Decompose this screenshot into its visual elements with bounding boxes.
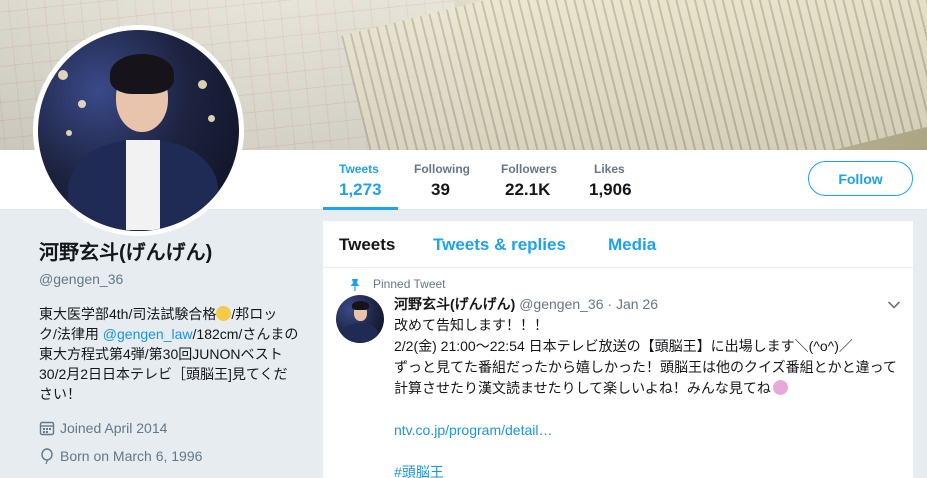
tweet-date[interactable]: · Jan 26 <box>607 296 658 312</box>
profile-bio: 東大医学部4th/司法試験合格/邦ロッ ク/法律用 @gengen_law/18… <box>39 306 299 402</box>
laughing-emoji-icon <box>216 306 232 321</box>
stat-likes[interactable]: Likes 1,906 <box>589 150 632 210</box>
tab-tweets[interactable]: Tweets <box>339 235 395 255</box>
tweet-author-handle[interactable]: @gengen_36 <box>519 296 603 312</box>
tab-media[interactable]: Media <box>608 235 656 255</box>
birth-date: Born on March 6, 1996 <box>39 446 309 466</box>
timeline: Tweets Tweets & replies Media Pinned Twe… <box>323 221 913 478</box>
pin-icon <box>349 278 361 291</box>
follow-button[interactable]: Follow <box>808 161 913 196</box>
chevron-down-icon[interactable] <box>887 297 901 315</box>
stat-tweets[interactable]: Tweets 1,273 <box>323 150 397 210</box>
tweet-link[interactable]: ntv.co.jp/program/detail… <box>394 422 552 438</box>
tweet-author-avatar[interactable] <box>336 295 384 343</box>
bio-mention-link[interactable]: @gengen_law <box>103 326 193 342</box>
calendar-icon <box>39 420 55 436</box>
profile-handle[interactable]: @gengen_36 <box>39 271 309 287</box>
tweet-hashtag[interactable]: #頭脳王 <box>394 464 444 478</box>
tweet-author-name[interactable]: 河野玄斗(げんげん) <box>394 296 515 312</box>
profile-meta: Joined April 2014 Born on March 6, 1996 <box>39 418 309 466</box>
stat-followers[interactable]: Followers 22.1K <box>501 150 557 210</box>
profile-card: 河野玄斗(げんげん) @gengen_36 東大医学部4th/司法試験合格/邦ロ… <box>39 240 309 474</box>
tweet-header: 河野玄斗(げんげん) @gengen_36 · Jan 26 <box>394 295 658 313</box>
tab-tweets-replies[interactable]: Tweets & replies <box>433 235 566 255</box>
timeline-tabs: Tweets Tweets & replies Media <box>323 221 913 268</box>
stat-following[interactable]: Following 39 <box>414 150 470 210</box>
profile-avatar[interactable] <box>33 25 244 236</box>
tweet-text: 改めて告知します！！！ 2/2(金) 21:00〜22:54 日本テレビ放送の【… <box>394 317 897 478</box>
smiley-emoji-icon <box>772 380 788 395</box>
pinned-label: Pinned Tweet <box>350 277 446 291</box>
joined-date: Joined April 2014 <box>39 418 309 438</box>
profile-name[interactable]: 河野玄斗(げんげん) <box>39 240 309 266</box>
balloon-icon <box>39 448 55 464</box>
